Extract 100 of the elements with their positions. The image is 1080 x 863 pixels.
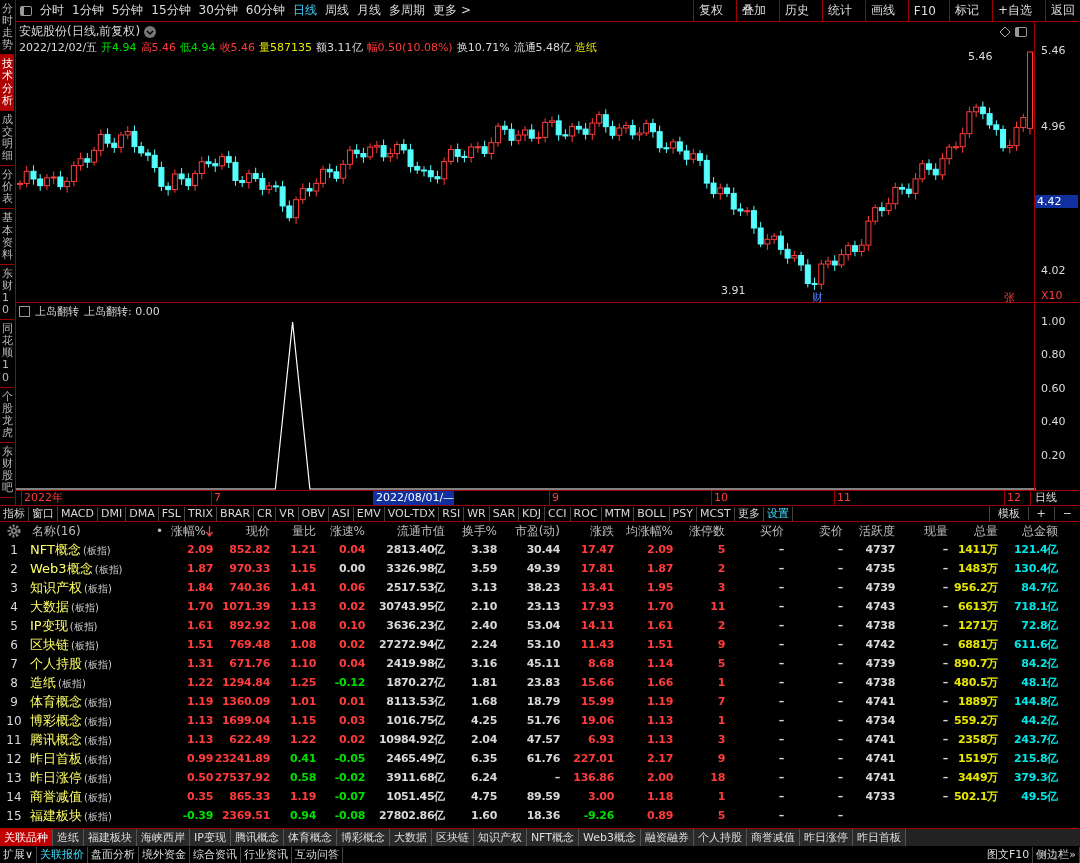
table-cell-text: 27802.86亿 bbox=[378, 808, 446, 823]
table-cell-text: 611.6亿 bbox=[1014, 637, 1059, 652]
table-cell-text: 1 bbox=[717, 676, 726, 689]
table-cell-text: 84.7亿 bbox=[1021, 580, 1059, 595]
table-cell-text: 6.24 bbox=[471, 771, 498, 784]
table-cell-text: 227.01 bbox=[573, 752, 615, 765]
table-cell-text: – bbox=[837, 695, 844, 708]
table-cell-text: 1483万 bbox=[957, 561, 999, 576]
table-cell-text: 17.47 bbox=[580, 543, 615, 556]
table-cell-text: 1.81 bbox=[471, 676, 498, 689]
table-cell-text: 1.68 bbox=[471, 695, 498, 708]
sector-tag: (板指) bbox=[84, 733, 112, 748]
quote-item: 造纸 bbox=[575, 40, 598, 55]
table-cell-text: 4.75 bbox=[471, 790, 498, 803]
table-cell-text: 3449万 bbox=[957, 770, 999, 785]
table-cell-text: 215.8亿 bbox=[1014, 751, 1059, 766]
table-cell-text: – bbox=[837, 714, 844, 727]
table-cell-text: 852.82 bbox=[229, 543, 271, 556]
table-cell-text: 0.02 bbox=[339, 638, 366, 651]
table-cell-text: 956.2万 bbox=[954, 580, 999, 595]
table-cell-text: – bbox=[942, 695, 949, 708]
sector-tag: (板指) bbox=[84, 581, 112, 596]
table-cell-text: 1.22 bbox=[290, 733, 317, 746]
table-cell-text: 44.2亿 bbox=[1021, 713, 1059, 728]
table-cell-text: 2 bbox=[717, 619, 726, 632]
table-cell-text: 4741 bbox=[865, 695, 896, 708]
table-cell-text: – bbox=[837, 809, 844, 822]
table-cell-text: – bbox=[942, 619, 949, 632]
table-cell-text: 3.16 bbox=[471, 657, 498, 670]
table-cell-text: 15.99 bbox=[580, 695, 615, 708]
table-cell-text: – bbox=[778, 638, 785, 651]
table-cell-text: 0.35 bbox=[187, 790, 214, 803]
price-axis-label: 4.02 bbox=[1040, 264, 1067, 277]
table-cell-text: 0.02 bbox=[339, 600, 366, 613]
date-axis-label: 2022/08/01/— bbox=[373, 491, 455, 505]
table-cell-text: 1.70 bbox=[647, 600, 674, 613]
table-cell-text: 1.13 bbox=[290, 600, 317, 613]
table-cell-text: 1.13 bbox=[187, 714, 214, 727]
quote-item: 高5.46 bbox=[140, 40, 177, 55]
table-cell-text: 1271万 bbox=[957, 618, 999, 633]
table-cell-text: 9 bbox=[717, 638, 726, 651]
sector-tag: (板指) bbox=[69, 619, 98, 634]
table-cell-text: 49.39 bbox=[526, 562, 561, 575]
table-cell-text: 769.48 bbox=[229, 638, 271, 651]
low-price-label: 3.91 bbox=[721, 284, 746, 297]
table-cell-text: – bbox=[778, 790, 785, 803]
table-cell-text: 15.66 bbox=[580, 676, 615, 689]
row-number: 1 bbox=[10, 542, 18, 557]
sector-tag: (板指) bbox=[82, 543, 111, 558]
table-cell-text: 3326.98亿 bbox=[386, 561, 446, 576]
table-cell-text: 718.1亿 bbox=[1014, 599, 1059, 614]
date-axis-label: 12 bbox=[1004, 491, 1021, 505]
table-cell-text: 4734 bbox=[865, 714, 896, 727]
table-cell-text: 2517.53亿 bbox=[386, 580, 446, 595]
table-cell-text: 1411万 bbox=[957, 542, 999, 557]
sector-tag: (板指) bbox=[71, 600, 99, 615]
table-cell-text: 0.01 bbox=[339, 695, 366, 708]
table-cell-text: 1.51 bbox=[187, 638, 214, 651]
table-cell-text: 30.44 bbox=[526, 543, 561, 556]
table-cell-text: 4743 bbox=[865, 600, 896, 613]
table-cell-text: – bbox=[942, 581, 949, 594]
table-cell-text: 0.41 bbox=[290, 752, 317, 765]
table-cell-text: 4738 bbox=[865, 619, 896, 632]
quote-item: 开4.94 bbox=[101, 40, 137, 55]
quote-item: 低4.94 bbox=[180, 40, 216, 55]
table-cell-text: 72.8亿 bbox=[1021, 618, 1059, 633]
sector-tag: (板指) bbox=[58, 676, 86, 691]
table-cell-text: – bbox=[942, 600, 949, 613]
table-cell-text: 48.1亿 bbox=[1021, 675, 1059, 690]
table-cell-text: -0.02 bbox=[334, 771, 366, 784]
table-cell-text: – bbox=[837, 790, 844, 803]
table-cell-text: – bbox=[778, 733, 785, 746]
indicator-axis-label: 0.40 bbox=[1040, 415, 1067, 429]
table-cell-text: 502.1万 bbox=[954, 789, 999, 804]
table-cell-text: 892.92 bbox=[229, 619, 271, 632]
table-cell-text: 740.36 bbox=[229, 581, 271, 594]
table-cell-text: 5 bbox=[717, 809, 726, 822]
table-cell-text: 6.35 bbox=[471, 752, 498, 765]
table-cell-text: 4739 bbox=[865, 657, 896, 670]
table-cell-text: 1.31 bbox=[187, 657, 214, 670]
row-number: 4 bbox=[10, 599, 18, 614]
table-cell-text: 1294.84 bbox=[222, 676, 271, 689]
table-cell-text: 1.60 bbox=[471, 809, 498, 822]
table-cell-text: 130.4亿 bbox=[1014, 561, 1059, 576]
table-cell-text: 2465.49亿 bbox=[386, 751, 446, 766]
table-cell-text: 1.13 bbox=[647, 733, 674, 746]
table-cell-text: 1.19 bbox=[290, 790, 317, 803]
table-cell-text: 18 bbox=[710, 771, 726, 784]
table-cell-text: 136.86 bbox=[573, 771, 615, 784]
table-cell-text: – bbox=[837, 543, 844, 556]
table-cell-text: 1016.75亿 bbox=[386, 713, 446, 728]
table-cell-text: 4738 bbox=[865, 676, 896, 689]
table-cell-text: 1.22 bbox=[187, 676, 214, 689]
table-cell-text: 1.13 bbox=[187, 733, 214, 746]
table-cell-text: 0.50 bbox=[187, 771, 214, 784]
indicator-axis-label: 0.80 bbox=[1040, 348, 1067, 362]
table-cell-text: 1.87 bbox=[187, 562, 214, 575]
column-header: • bbox=[155, 524, 164, 538]
high-price-label: 5.46 bbox=[968, 50, 993, 63]
table-cell-text: – bbox=[837, 676, 844, 689]
